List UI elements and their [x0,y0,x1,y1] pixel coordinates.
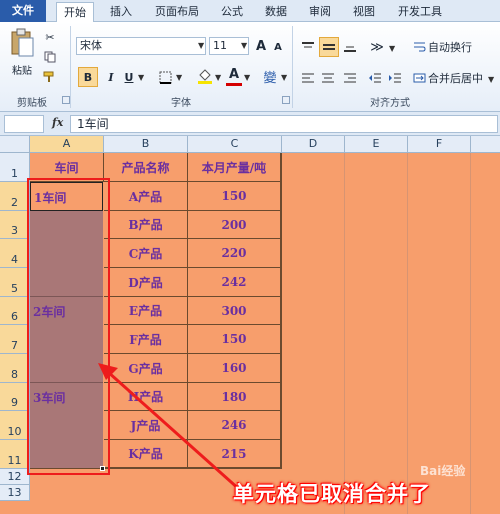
annotation-callout: 单元格已取消合并了 [233,482,431,506]
annotation-arrow [98,363,241,492]
watermark: Bai经验 [420,464,466,478]
